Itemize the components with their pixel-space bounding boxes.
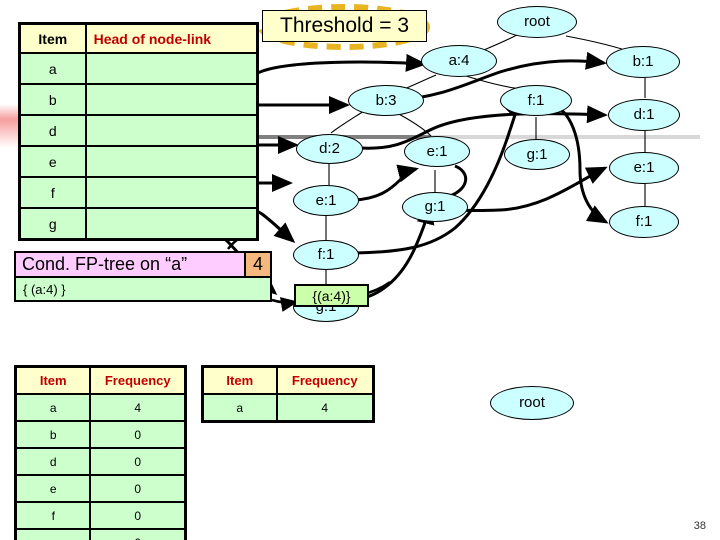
table-row: f 0: [14, 501, 187, 530]
tree-node-g1-middle: g:1: [504, 139, 570, 170]
tree-node-e1-left-label: e:1: [315, 192, 337, 209]
header-item-f: f: [18, 176, 87, 209]
table-row: f: [18, 176, 259, 209]
tree-node-b1-right: b:1: [606, 46, 680, 78]
table-row: e 0: [14, 474, 187, 503]
tree-node-a4-label: a:4: [448, 52, 470, 69]
freq-left-item-e: e: [14, 474, 92, 503]
table-row: d 0: [14, 447, 187, 476]
header-link-e: [84, 145, 259, 178]
frequency-right-header-row: Item Frequency: [201, 365, 375, 395]
header-col-item: Item: [18, 22, 87, 54]
tree-node-a4: a:4: [421, 45, 497, 77]
freq-right-value-a: 4: [275, 393, 375, 423]
freq-left-item-d: d: [14, 447, 92, 476]
tree-node-e1-middle-label: e:1: [426, 143, 448, 160]
header-item-b: b: [18, 83, 87, 116]
freq-left-col-frequency: Frequency: [89, 365, 187, 395]
freq-left-value-g: 0: [89, 528, 187, 540]
table-row: b 0: [14, 420, 187, 449]
table-row: g 0: [14, 528, 187, 540]
slide-canvas: Threshold = 3 Item Head of node-link a b…: [0, 0, 720, 540]
header-link-d: [84, 114, 259, 147]
tree-node-d2: d:2: [296, 134, 363, 164]
threshold-callout: Threshold = 3: [262, 10, 427, 42]
header-col-node-link: Head of node-link: [84, 22, 259, 54]
header-row: Item Head of node-link: [18, 22, 259, 54]
bottom-tree-node-root: root: [490, 386, 574, 420]
freq-left-item-a: a: [14, 393, 92, 422]
tree-node-root: root: [497, 6, 577, 38]
tree-node-e1-right: e:1: [609, 152, 679, 184]
freq-left-value-a: 4: [89, 393, 187, 422]
frequency-table-right: Item Frequency a 4: [201, 365, 375, 423]
freq-right-col-frequency: Frequency: [275, 365, 375, 395]
conditional-fptree-title: Cond. FP-tree on “a”: [16, 253, 244, 276]
tree-node-d2-label: d:2: [319, 140, 340, 157]
table-row: a 4: [201, 393, 375, 423]
tree-pattern-tag: {(a:4)}: [294, 284, 369, 307]
tree-node-b3: b:3: [348, 85, 424, 116]
header-item-d: d: [18, 114, 87, 147]
header-node-link-table: Item Head of node-link a b d e f g: [18, 22, 259, 241]
conditional-fptree-header: Cond. FP-tree on “a” 4: [14, 251, 272, 278]
header-link-f: [84, 176, 259, 209]
tree-node-g1-lower-middle-label: g:1: [424, 198, 446, 215]
tree-node-g1-lower-middle: g:1: [402, 192, 468, 222]
freq-left-item-b: b: [14, 420, 92, 449]
tree-node-f1-middle: f:1: [500, 85, 572, 116]
freq-left-value-d: 0: [89, 447, 187, 476]
tree-node-root-label: root: [524, 13, 550, 30]
freq-left-item-f: f: [14, 501, 92, 530]
pink-smudge-artifact: [0, 104, 18, 148]
table-row: a: [18, 52, 259, 85]
tree-node-f1-right: f:1: [609, 206, 679, 238]
conditional-fptree-count: 4: [244, 253, 270, 276]
tree-node-b3-label: b:3: [375, 92, 397, 109]
table-row: e: [18, 145, 259, 178]
frequency-left-header-row: Item Frequency: [14, 365, 187, 395]
bottom-tree-node-root-label: root: [519, 394, 545, 411]
tree-node-f1-left-label: f:1: [317, 246, 335, 263]
tree-node-f1-right-label: f:1: [635, 213, 653, 230]
tree-node-g1-middle-label: g:1: [526, 146, 548, 163]
header-item-e: e: [18, 145, 87, 178]
tree-node-b1-right-label: b:1: [632, 53, 654, 70]
tree-node-e1-right-label: e:1: [633, 159, 655, 176]
frequency-table-left: Item Frequency a 4 b 0 d 0 e 0 f 0: [14, 365, 187, 540]
header-item-g: g: [18, 207, 87, 241]
freq-right-item-a: a: [201, 393, 278, 423]
tree-node-d1-right: d:1: [608, 99, 680, 131]
freq-right-col-item: Item: [201, 365, 278, 395]
tree-node-f1-middle-label: f:1: [527, 92, 545, 109]
page-number: 38: [693, 520, 706, 532]
table-row: a 4: [14, 393, 187, 422]
tree-node-e1-middle: e:1: [404, 136, 470, 167]
table-row: d: [18, 114, 259, 147]
freq-left-col-item: Item: [14, 365, 92, 395]
conditional-fptree-box: Cond. FP-tree on “a” 4 { (a:4) }: [14, 251, 272, 302]
tree-node-d1-right-label: d:1: [633, 106, 655, 123]
conditional-fptree-pattern: { (a:4) }: [14, 278, 272, 302]
table-row: b: [18, 83, 259, 116]
header-link-a: [84, 52, 259, 85]
tree-node-f1-left: f:1: [293, 240, 359, 270]
tree-node-e1-left: e:1: [293, 185, 359, 216]
header-link-b: [84, 83, 259, 116]
freq-left-value-f: 0: [89, 501, 187, 530]
freq-left-value-b: 0: [89, 420, 187, 449]
table-row: g: [18, 207, 259, 241]
freq-left-item-g: g: [14, 528, 92, 540]
header-item-a: a: [18, 52, 87, 85]
header-link-g: [84, 207, 259, 241]
freq-left-value-e: 0: [89, 474, 187, 503]
